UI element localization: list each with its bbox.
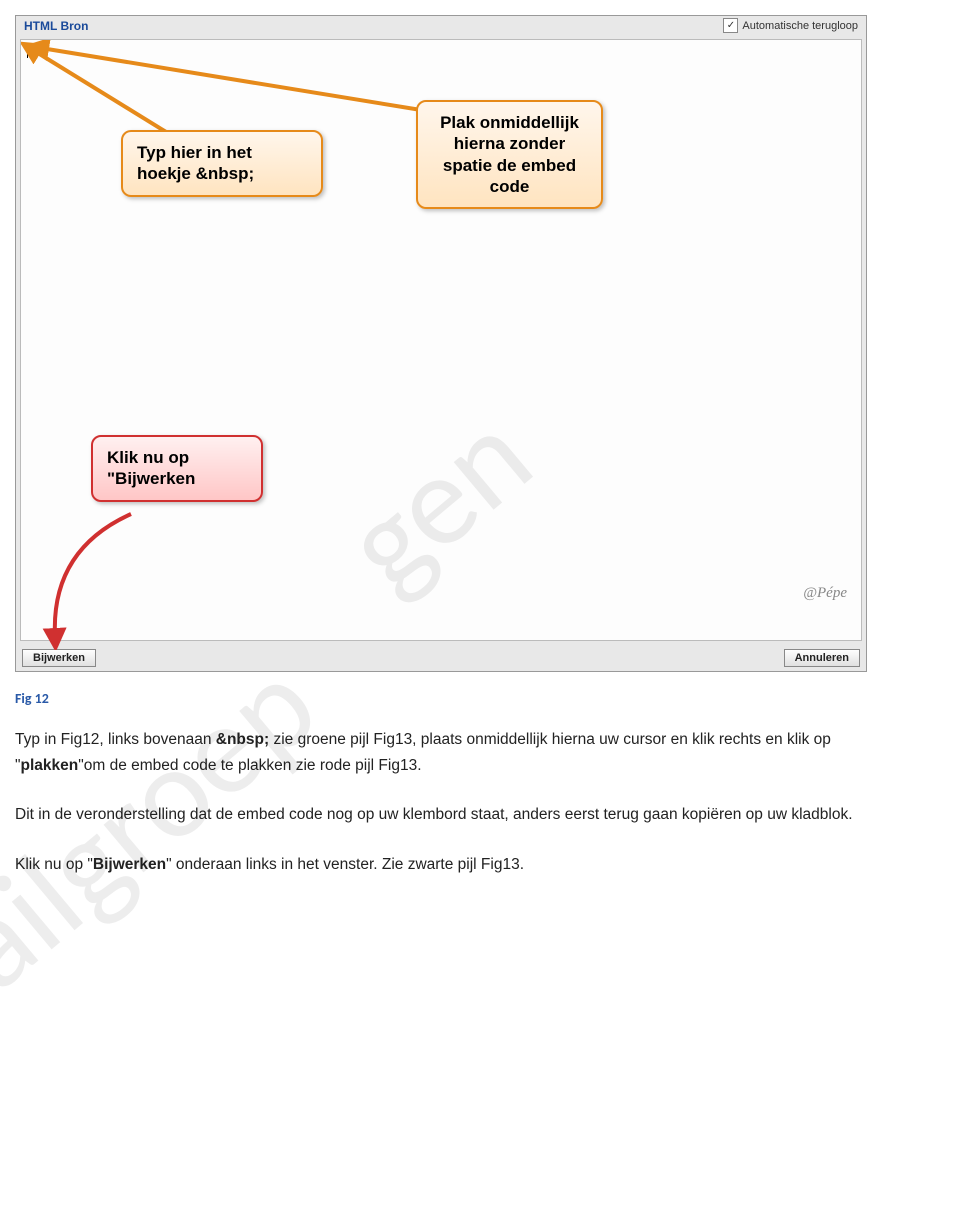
- update-button[interactable]: Bijwerken: [22, 649, 96, 667]
- callout-text: Plak onmiddellijk hierna zonder spatie d…: [440, 113, 579, 196]
- html-source-panel: HTML Bron ✓ Automatische terugloop Typ h…: [15, 15, 867, 672]
- callout-paste-embed: Plak onmiddellijk hierna zonder spatie d…: [416, 100, 603, 209]
- callout-type-here: Typ hier in het hoekje &nbsp;: [121, 130, 323, 197]
- callout-click-update: Klik nu op "Bijwerken: [91, 435, 263, 502]
- arrow-orange-2-icon: [21, 40, 441, 135]
- paragraph-2: Dit in de veronderstelling dat de embed …: [15, 802, 865, 828]
- checkbox-icon: ✓: [723, 18, 738, 33]
- paragraph-3: Klik nu op "Bijwerken" onderaan links in…: [15, 852, 865, 878]
- panel-title: HTML Bron: [24, 19, 88, 33]
- source-editor[interactable]: Typ hier in het hoekje &nbsp; Plak onmid…: [20, 39, 862, 641]
- callout-text: Typ hier in het hoekje &nbsp;: [137, 143, 254, 183]
- figure-caption: Fig 12: [15, 690, 945, 707]
- callout-text: Klik nu op "Bijwerken: [107, 448, 195, 488]
- cancel-button[interactable]: Annuleren: [784, 649, 860, 667]
- auto-wrap-checkbox[interactable]: ✓ Automatische terugloop: [723, 18, 858, 33]
- paragraph-1: Typ in Fig12, links bovenaan &nbsp; zie …: [15, 727, 865, 778]
- checkbox-label: Automatische terugloop: [742, 20, 858, 32]
- signature: @Pépe: [803, 585, 847, 602]
- body-text: Typ in Fig12, links bovenaan &nbsp; zie …: [15, 727, 865, 877]
- arrow-red-icon: [21, 510, 161, 650]
- panel-header: HTML Bron ✓ Automatische terugloop: [16, 16, 866, 35]
